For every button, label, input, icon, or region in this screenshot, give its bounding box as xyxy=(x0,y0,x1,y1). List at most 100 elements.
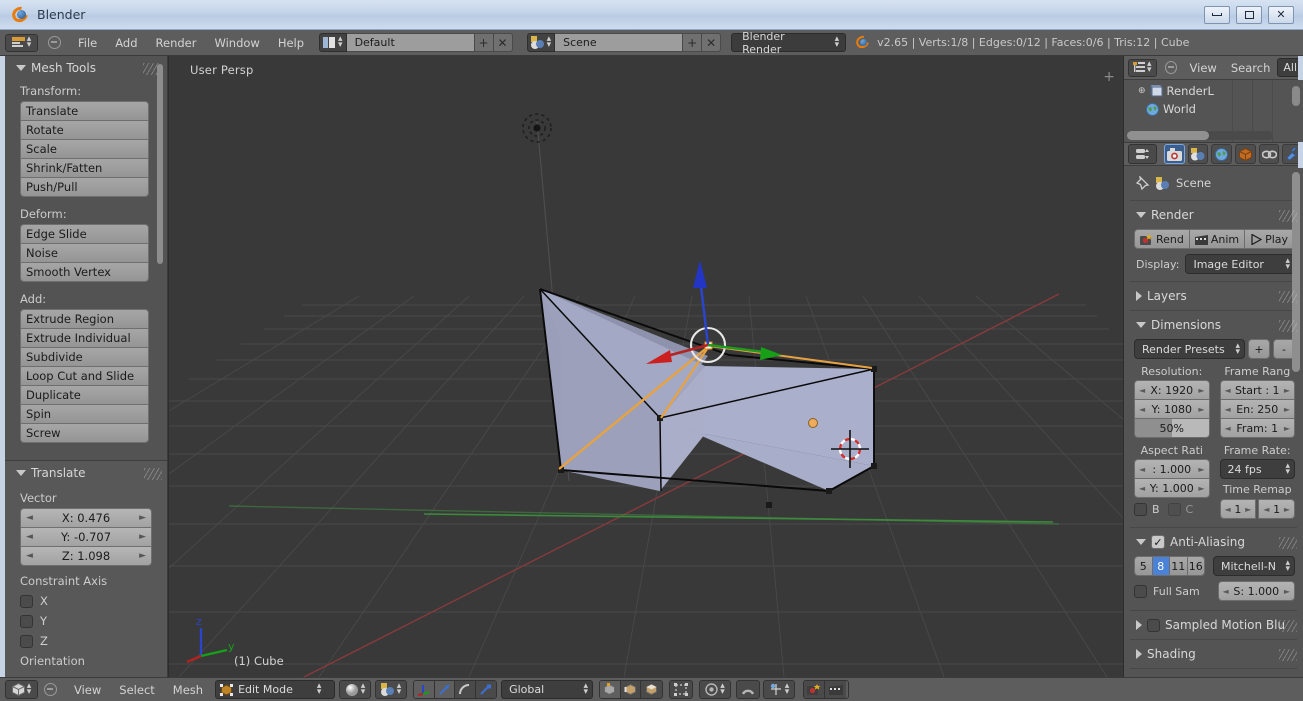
tool-screw[interactable]: Screw xyxy=(20,423,149,443)
tool-smooth-vertex[interactable]: Smooth Vertex xyxy=(20,262,149,282)
vector-y-field[interactable]: ◄ Y: -0.707 ► xyxy=(20,527,152,547)
properties-tab-constraints[interactable] xyxy=(1258,144,1280,164)
menu-help[interactable]: Help xyxy=(269,30,313,56)
panel-header-sampled-motion-blur[interactable]: Sampled Motion Blu xyxy=(1124,613,1303,637)
render-image-button[interactable]: Rend xyxy=(1134,229,1190,249)
resolution-percent-slider[interactable]: 50% xyxy=(1134,418,1210,438)
render-presets-select[interactable]: Render Presets ▴ ▾ xyxy=(1134,339,1245,359)
info-editor-type-button[interactable]: ▴ ▾ xyxy=(5,33,38,52)
edge-select-button[interactable] xyxy=(620,681,642,698)
properties-body[interactable]: Scene Render Rend Anim Play Display: Ima… xyxy=(1124,168,1303,677)
aa-filter-select[interactable]: Mitchell-N ▴ ▾ xyxy=(1213,556,1295,576)
properties-tab-world[interactable] xyxy=(1211,144,1233,164)
expand-icon[interactable]: ⊕ xyxy=(1138,86,1146,96)
viewport-shading-select[interactable]: ▴ ▾ xyxy=(339,680,372,699)
face-select-button[interactable] xyxy=(641,681,663,698)
properties-scrollbar[interactable] xyxy=(1292,172,1300,372)
scene-mode-select[interactable]: ▴ ▾ xyxy=(375,680,408,699)
frame-step-field[interactable]: ◄ Fram: 1 ► xyxy=(1219,418,1295,438)
tool-duplicate[interactable]: Duplicate xyxy=(20,385,149,405)
viewport-editor-type-button[interactable]: ▴ ▾ xyxy=(5,680,38,699)
full-sample-checkbox-row[interactable]: Full Sam xyxy=(1134,584,1210,598)
tool-extrude-individual[interactable]: Extrude Individual xyxy=(20,328,149,348)
viewport-toggle-panel-icon[interactable]: + xyxy=(1103,70,1115,84)
scale-manipulator-button[interactable] xyxy=(475,681,497,698)
limit-selection-button[interactable] xyxy=(669,680,694,699)
vector-x-field[interactable]: ◄ X: 0.476 ► xyxy=(20,508,152,528)
viewport-menu-mesh[interactable]: Mesh xyxy=(164,678,212,701)
aa-size-field[interactable]: ◄ S: 1.000 ► xyxy=(1217,581,1295,601)
screen-layout-add-button[interactable]: + xyxy=(474,33,494,52)
tool-scale[interactable]: Scale xyxy=(20,139,149,159)
aa-samples-5[interactable]: 5 xyxy=(1135,557,1153,575)
vector-z-field[interactable]: ◄ Z: 1.098 ► xyxy=(20,546,152,566)
aspect-x-field[interactable]: ◄ : 1.000 ► xyxy=(1134,459,1210,479)
aa-samples-11[interactable]: 11 xyxy=(1170,557,1188,575)
collapse-menus-icon[interactable] xyxy=(44,683,57,696)
properties-editor-type-button[interactable] xyxy=(1128,144,1158,164)
menu-render[interactable]: Render xyxy=(147,30,206,56)
rotate-manipulator-button[interactable] xyxy=(455,681,476,698)
tool-noise[interactable]: Noise xyxy=(20,243,149,263)
panel-header-antialiasing[interactable]: ✓ Anti-Aliasing xyxy=(1124,530,1303,554)
scene-add-button[interactable]: + xyxy=(683,33,703,52)
screen-layout-delete-button[interactable]: ✕ xyxy=(493,33,513,52)
render-engine-select[interactable]: Blender Render ▴ ▾ xyxy=(731,30,847,56)
minimize-button[interactable] xyxy=(1204,5,1230,24)
menu-file[interactable]: File xyxy=(69,30,106,56)
aa-samples-8[interactable]: 8 xyxy=(1152,557,1170,575)
translate-manipulator-button[interactable] xyxy=(434,681,456,698)
viewport-menu-view[interactable]: View xyxy=(65,678,110,701)
vertex-select-button[interactable] xyxy=(600,681,621,698)
render-animation-shortcut[interactable] xyxy=(825,681,847,698)
constraint-axis-x[interactable]: X xyxy=(5,591,167,611)
outliner-horizontal-scrollbar[interactable] xyxy=(1127,131,1273,140)
tool-translate[interactable]: Translate xyxy=(20,101,149,121)
constraint-axis-z[interactable]: Z xyxy=(5,631,167,651)
tool-subdivide[interactable]: Subdivide xyxy=(20,347,149,367)
properties-tab-scene[interactable] xyxy=(1187,144,1209,164)
timeremap-new-field[interactable]: ◄ 1 ► xyxy=(1258,499,1295,519)
preset-add-button[interactable]: + xyxy=(1248,339,1270,359)
antialiasing-checkbox[interactable]: ✓ xyxy=(1151,535,1165,549)
toolshelf-scrollbar[interactable] xyxy=(157,64,163,264)
properties-tab-render[interactable] xyxy=(1164,144,1185,164)
collapse-menus-icon[interactable] xyxy=(48,36,61,49)
screen-layout-browse-button[interactable]: ▴ ▾ xyxy=(319,33,347,52)
scene-browse-button[interactable]: ▴ ▾ xyxy=(526,33,556,52)
manipulator-toggle[interactable] xyxy=(414,681,435,698)
tool-rotate[interactable]: Rotate xyxy=(20,120,149,140)
close-button[interactable]: ✕ xyxy=(1268,5,1294,24)
tool-extrude-region[interactable]: Extrude Region xyxy=(20,309,149,329)
resolution-x-field[interactable]: ◄ X: 1920 ► xyxy=(1134,380,1210,400)
viewport-3d[interactable]: User Persp (1) Cube + z y xyxy=(169,56,1123,677)
display-mode-select[interactable]: Image Editor ▴ ▾ xyxy=(1185,254,1295,274)
tool-spin[interactable]: Spin xyxy=(20,404,149,424)
properties-tab-object[interactable] xyxy=(1235,144,1256,164)
maximize-button[interactable] xyxy=(1236,5,1262,24)
border-checkbox-row[interactable]: B xyxy=(1134,503,1160,516)
scene-delete-button[interactable]: ✕ xyxy=(702,33,722,52)
constraint-axis-y[interactable]: Y xyxy=(5,611,167,631)
interaction-mode-select[interactable]: Edit Mode ▴ ▾ xyxy=(215,680,336,699)
transform-orientation-select[interactable]: Global ▴ ▾ xyxy=(501,680,594,699)
menu-window[interactable]: Window xyxy=(205,30,268,56)
panel-header-shading[interactable]: Shading xyxy=(1124,642,1303,666)
timeremap-old-field[interactable]: ◄ 1 ► xyxy=(1219,499,1257,519)
panel-header-mesh-tools[interactable]: Mesh Tools xyxy=(0,56,167,80)
crop-checkbox-row[interactable]: C xyxy=(1167,503,1193,516)
viewport-menu-select[interactable]: Select xyxy=(110,678,163,701)
panel-header-layers[interactable]: Layers xyxy=(1124,284,1303,308)
scene-name[interactable]: Scene xyxy=(555,33,684,52)
tool-shrink-fatten[interactable]: Shrink/Fatten xyxy=(20,158,149,178)
checkbox-icon[interactable] xyxy=(1147,618,1160,632)
play-render-button[interactable]: Play xyxy=(1245,229,1295,249)
outliner-body[interactable]: ⊕ RenderL World xyxy=(1124,80,1303,142)
pivot-point-select[interactable]: ▴ ▾ xyxy=(699,680,732,699)
frame-end-field[interactable]: ◄ En: 250 ► xyxy=(1219,399,1295,419)
resolution-y-field[interactable]: ◄ Y: 1080 ► xyxy=(1134,399,1210,419)
outliner-editor-type-button[interactable]: ▴ ▾ xyxy=(1128,58,1157,77)
panel-header-render[interactable]: Render xyxy=(1124,203,1303,227)
panel-header-dimensions[interactable]: Dimensions xyxy=(1124,313,1303,337)
render-image-shortcut[interactable] xyxy=(804,681,826,698)
